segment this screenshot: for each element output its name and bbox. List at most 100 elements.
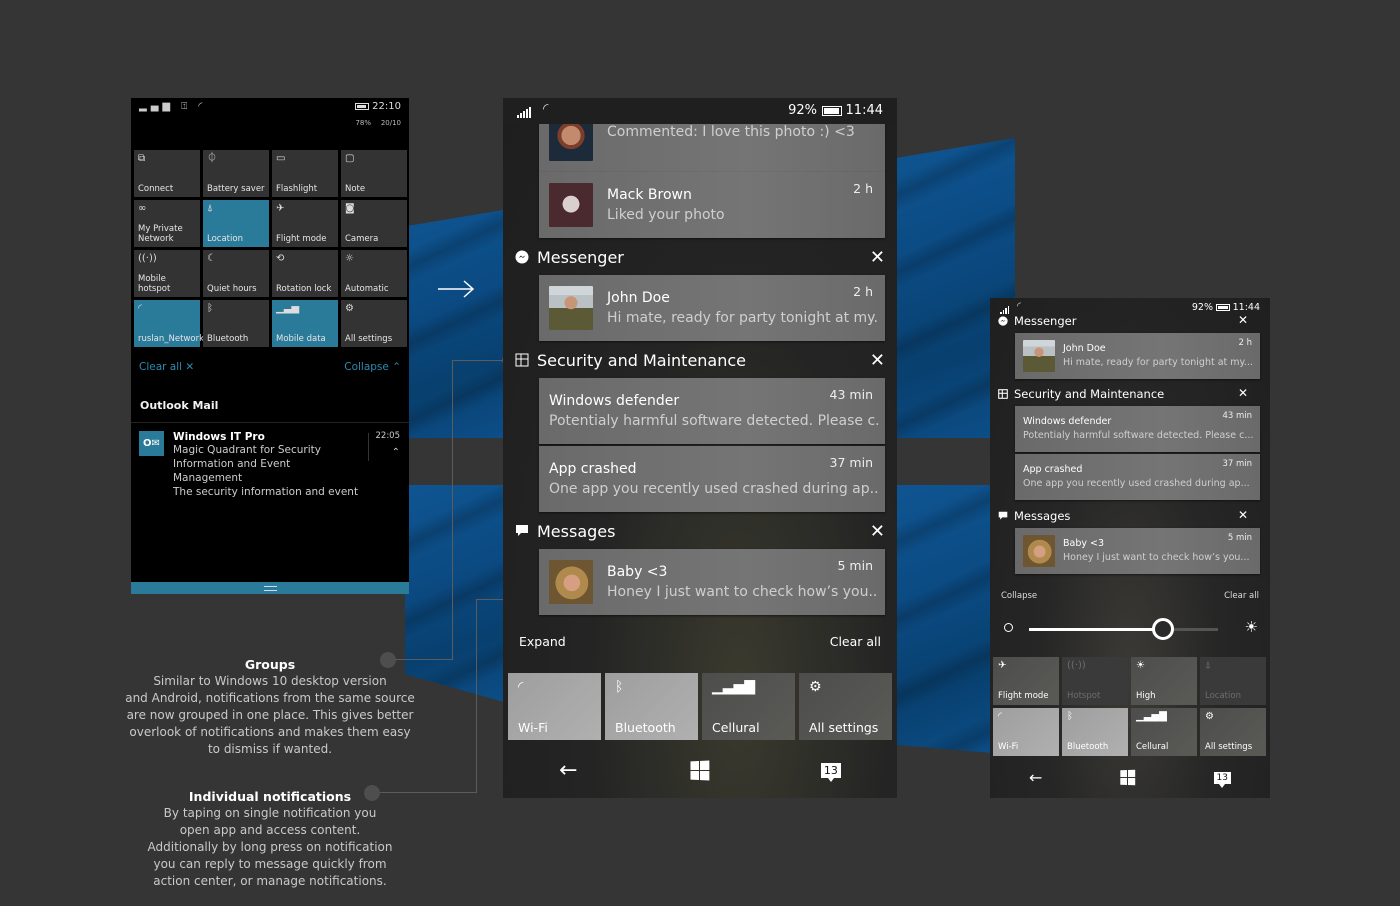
quick-action-mobile-data[interactable]: ▁▃▅ Mobile data: [272, 300, 338, 347]
quick-action-flashlight[interactable]: ▭ Flashlight: [272, 150, 338, 197]
brightness-high-icon: ☀: [1244, 618, 1258, 636]
caption-line: are now grouped in one place. This gives…: [126, 708, 414, 722]
group-header-messages: Messages ✕: [515, 521, 885, 544]
quick-action-label: Location: [1205, 691, 1241, 701]
quick-action-label: Cellural: [1136, 742, 1169, 752]
notification-card[interactable]: App crashed One app you recently used cr…: [1015, 454, 1260, 500]
brightness-slider[interactable]: ☀: [1000, 618, 1258, 640]
quick-action-bluetooth[interactable]: ᛒ Bluetooth: [605, 673, 698, 740]
drag-handle[interactable]: [131, 582, 409, 594]
caption-line: overlook of notifications and makes them…: [129, 725, 411, 739]
quick-action-bluetooth[interactable]: ᛒ Bluetooth: [203, 300, 269, 347]
notification-title: John Doe: [607, 290, 670, 306]
quick-action-all-settings[interactable]: ⚙ All settings: [799, 673, 892, 740]
quick-action-flight-mode[interactable]: ✈ Flight mode: [993, 657, 1059, 705]
quick-action-automatic[interactable]: ☼ Automatic: [341, 250, 407, 297]
slider-thumb[interactable]: [1152, 618, 1175, 640]
quick-action-cellural[interactable]: ▁▃▅▇ Cellural: [702, 673, 795, 740]
notification-item[interactable]: O✉ Windows IT Pro Magic Quadrant for Sec…: [131, 423, 409, 499]
date: 20/10: [380, 119, 401, 127]
flashlight-icon: ▭: [276, 153, 286, 164]
chevron-up-icon[interactable]: ⌃: [392, 447, 400, 458]
windows-start-button[interactable]: [1120, 769, 1136, 786]
quick-action-location[interactable]: ⍋ Location: [203, 200, 269, 247]
close-icon[interactable]: ✕: [1238, 508, 1248, 522]
quick-action-ruslan-network[interactable]: ◜ ruslan_Network: [134, 300, 204, 347]
clear-all-button[interactable]: Clear all: [1224, 591, 1259, 601]
collapse-button[interactable]: Collapse: [1001, 591, 1037, 601]
quick-action-quiet-hours[interactable]: ☾ Quiet hours: [203, 250, 269, 297]
notification-card[interactable]: John Doe Hi mate, ready for party tonigh…: [1015, 333, 1260, 379]
moon-icon: ☾: [207, 253, 216, 264]
action-center-button[interactable]: 13: [1213, 771, 1231, 788]
notification-line: Management: [173, 472, 243, 484]
close-icon[interactable]: ✕: [870, 521, 885, 542]
quick-action-label: Wi-Fi: [518, 720, 548, 735]
quick-action-hotspot[interactable]: ((·)) Hotspot: [1062, 657, 1128, 705]
group-header-security: Security and Maintenance ✕: [998, 386, 1260, 403]
notification-card[interactable]: Baby <3 Honey I just want to check how’s…: [1015, 528, 1260, 574]
notification-card[interactable]: Baby <3 Honey I just want to check how’s…: [539, 549, 885, 615]
close-icon[interactable]: ✕: [870, 350, 885, 371]
action-center-button[interactable]: 13: [820, 763, 841, 782]
quick-action-flight-mode[interactable]: ✈ Flight mode: [272, 200, 338, 247]
notification-text: One app you recently used crashed during…: [549, 481, 879, 497]
close-icon[interactable]: ✕: [870, 247, 885, 268]
notification-card[interactable]: John Doe Hi mate, ready for party tonigh…: [539, 275, 885, 341]
new-action-center-compact-phone: ◜ 92% 11:44 Messenger ✕ John Doe Hi mate…: [990, 298, 1270, 798]
clear-all-button[interactable]: Clear all ✕: [139, 361, 194, 373]
quick-action-label: Camera: [345, 234, 379, 244]
vpn-icon: ∞: [138, 203, 147, 214]
quick-action-all-settings[interactable]: ⚙ All settings: [341, 300, 407, 347]
quick-action-note[interactable]: ▢ Note: [341, 150, 407, 197]
quick-action-mobile-hotspot[interactable]: ((·)) Mobile hotspot: [134, 250, 200, 297]
arrow-right-icon: [438, 280, 475, 298]
caption-line: By taping on single notification you: [163, 806, 377, 820]
expand-button[interactable]: Expand: [519, 634, 566, 649]
notification-card[interactable]: Mack Brown Liked your photo 2 h: [539, 172, 885, 238]
messages-icon: [998, 511, 1008, 520]
collapse-button[interactable]: Collapse ⌃: [344, 361, 401, 373]
quick-action-high[interactable]: ☀ High: [1131, 657, 1197, 705]
quick-action-wi-fi[interactable]: ◜ Wi-Fi: [993, 708, 1059, 756]
quick-action-bluetooth[interactable]: ᛒ Bluetooth: [1062, 708, 1128, 756]
quick-action-connect[interactable]: ⧉ Connect: [134, 150, 200, 197]
back-button[interactable]: ←: [559, 758, 577, 783]
quick-action-all-settings[interactable]: ⚙ All settings: [1200, 708, 1266, 756]
notification-text: Honey I just want to check how’s you...: [607, 584, 877, 600]
quick-action-location[interactable]: ⍋ Location: [1200, 657, 1266, 705]
caption-line: action center, or manage notifications.: [153, 874, 387, 888]
notification-text: Potentialy harmful software detected. Pl…: [549, 413, 879, 429]
notification-age: 37 min: [1222, 459, 1252, 469]
quick-action-label: Bluetooth: [1067, 742, 1109, 752]
notification-title: Baby <3: [1063, 538, 1105, 549]
quick-action-battery-saver[interactable]: ⏀ Battery saver: [203, 150, 269, 197]
notification-card[interactable]: App crashed One app you recently used cr…: [539, 446, 885, 512]
back-button[interactable]: ←: [1029, 768, 1042, 787]
close-icon[interactable]: ✕: [1238, 313, 1248, 327]
notification-age: 37 min: [829, 455, 873, 470]
close-icon[interactable]: ✕: [1238, 386, 1248, 400]
notification-title: App crashed: [549, 461, 637, 477]
quick-action-label: All settings: [1205, 742, 1253, 752]
clock: 11:44: [845, 103, 883, 118]
quick-action-cellural[interactable]: ▁▃▅▇ Cellural: [1131, 708, 1197, 756]
clear-all-button[interactable]: Clear all: [830, 634, 881, 649]
notification-card[interactable]: Windows defender Potentialy harmful soft…: [539, 378, 885, 444]
status-bar: ◜ 92% 11:44: [503, 98, 897, 124]
notification-card[interactable]: Windows defender Potentialy harmful soft…: [1015, 406, 1260, 452]
windows-start-button[interactable]: [690, 760, 710, 781]
quick-action-my-private-network[interactable]: ∞ My Private Network: [134, 200, 200, 247]
quick-action-label: Note: [345, 184, 366, 194]
rotation-lock-icon: ⟲: [276, 253, 285, 264]
wifi-icon: ◜: [518, 679, 524, 695]
quick-action-camera[interactable]: ◙ Camera: [341, 200, 407, 247]
slider-track[interactable]: [1029, 618, 1218, 640]
notification-age: 2 h: [853, 284, 873, 299]
messenger-icon: [515, 250, 529, 264]
quick-action-rotation-lock[interactable]: ⟲ Rotation lock: [272, 250, 338, 297]
notification-title: Mack Brown: [607, 187, 692, 203]
quick-action-wi-fi[interactable]: ◜ Wi-Fi: [508, 673, 601, 740]
security-maintenance-icon: [998, 389, 1008, 399]
hotspot-icon: ((·)): [138, 253, 157, 264]
